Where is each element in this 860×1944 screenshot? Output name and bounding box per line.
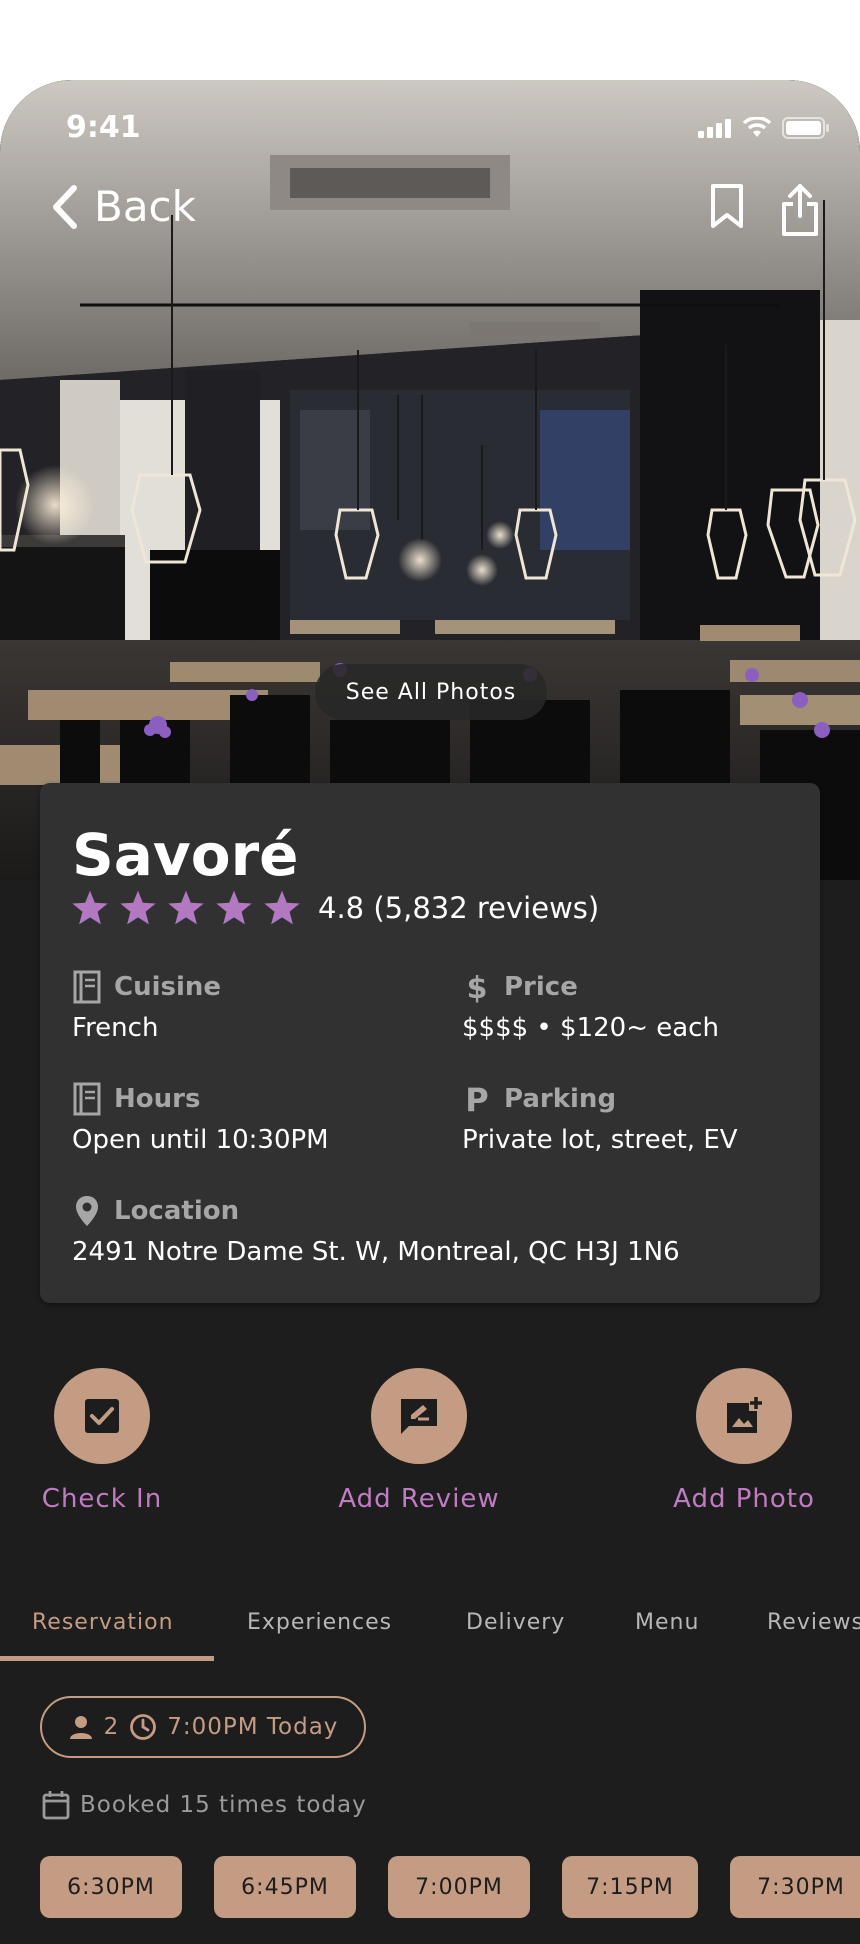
tab-menu[interactable]: Menu (635, 1610, 699, 1635)
time-slot[interactable]: 6:30PM (40, 1856, 182, 1918)
tab-experiences[interactable]: Experiences (247, 1610, 392, 1635)
check-box-icon (85, 1399, 119, 1433)
location-value[interactable]: 2491 Notre Dame St. W, Montreal, QC H3J … (72, 1237, 792, 1267)
parking-label: Parking (504, 1084, 617, 1114)
status-icons (698, 116, 830, 140)
person-icon (69, 1716, 92, 1739)
wifi-icon (742, 117, 772, 137)
price-label: Price (504, 972, 578, 1002)
phone-screen: 9:41 Back See All Photos Savoré 4.8 (5,8… (0, 80, 860, 1944)
time-slot[interactable]: 6:45PM (214, 1856, 356, 1918)
location-pin-icon (76, 1196, 98, 1226)
signal-icon (698, 119, 731, 138)
add-photo-icon (727, 1397, 762, 1433)
parking-icon: P (465, 1082, 488, 1116)
status-time: 9:41 (66, 110, 141, 145)
price-info: $ Price $$$$ • $120~ each (462, 969, 832, 1043)
quick-actions: Check In Add Review Add Photo (0, 1368, 860, 1518)
rating-row: 4.8 (5,832 reviews) (70, 889, 599, 927)
active-tab-indicator (0, 1656, 214, 1661)
restaurant-info-card: Savoré 4.8 (5,832 reviews) Cuisine Frenc… (40, 783, 820, 1303)
add-photo-button[interactable]: Add Photo (664, 1368, 824, 1514)
hours-value: Open until 10:30PM (72, 1125, 329, 1155)
star-icon (72, 890, 108, 925)
hours-info: Hours Open until 10:30PM (72, 1081, 442, 1155)
add-photo-label: Add Photo (673, 1484, 815, 1514)
rating-text: 4.8 (5,832 reviews) (318, 891, 600, 925)
party-time-selector[interactable]: 2 7:00PM Today (40, 1696, 366, 1758)
time-slot[interactable]: 7:00PM (388, 1856, 530, 1918)
back-button[interactable]: Back (50, 182, 196, 231)
booked-text: Booked 15 times today (80, 1792, 367, 1818)
calendar-icon (42, 1791, 70, 1820)
tab-bar: Reservation Experiences Delivery Menu Re… (0, 1610, 860, 1670)
tab-reviews[interactable]: Reviews (767, 1610, 860, 1635)
back-label: Back (94, 182, 196, 231)
check-in-label: Check In (41, 1484, 163, 1514)
reservation-time: 7:00PM Today (167, 1714, 339, 1740)
star-rating (70, 889, 302, 927)
svg-text:P: P (465, 1082, 488, 1116)
see-all-photos-button[interactable]: See All Photos (315, 664, 547, 720)
price-value: $$$$ • $120~ each (462, 1013, 719, 1043)
restaurant-name: Savoré (72, 821, 299, 889)
cuisine-info: Cuisine French (72, 969, 442, 1043)
status-bar: 9:41 (0, 110, 860, 150)
tab-delivery[interactable]: Delivery (466, 1610, 565, 1635)
time-slots: 6:30PM 6:45PM 7:00PM 7:15PM 7:30PM (40, 1856, 860, 1918)
add-review-button[interactable]: Add Review (334, 1368, 504, 1514)
top-nav: Back (0, 182, 860, 242)
time-slot[interactable]: 7:15PM (562, 1856, 698, 1918)
location-label: Location (114, 1196, 240, 1226)
star-icon (120, 890, 156, 925)
dollar-icon: $ (467, 971, 488, 1004)
battery-icon (782, 117, 829, 139)
hours-label: Hours (114, 1084, 201, 1114)
chevron-left-icon (53, 184, 77, 229)
rate-review-icon (401, 1399, 437, 1434)
booked-count: Booked 15 times today (42, 1790, 367, 1820)
share-icon[interactable] (780, 182, 820, 238)
check-in-button[interactable]: Check In (40, 1368, 164, 1514)
svg-text:$: $ (467, 971, 488, 1004)
menu-book-icon (73, 970, 101, 1004)
parking-info: P Parking Private lot, street, EV (462, 1081, 832, 1155)
cuisine-label: Cuisine (114, 972, 222, 1002)
bookmark-icon[interactable] (708, 182, 746, 232)
star-icon (168, 890, 204, 925)
add-review-label: Add Review (338, 1484, 500, 1514)
star-icon (264, 890, 300, 925)
location-info: Location 2491 Notre Dame St. W, Montreal… (72, 1193, 792, 1267)
cuisine-value: French (72, 1013, 159, 1043)
time-slot[interactable]: 7:30PM (730, 1856, 860, 1918)
hero-photo[interactable]: 9:41 Back See All Photos (0, 80, 860, 880)
tab-reservation[interactable]: Reservation (32, 1610, 174, 1635)
party-size: 2 (103, 1714, 120, 1740)
menu-book-icon (73, 1082, 101, 1116)
star-icon (216, 890, 252, 925)
parking-value: Private lot, street, EV (462, 1125, 738, 1155)
clock-icon (130, 1714, 157, 1740)
